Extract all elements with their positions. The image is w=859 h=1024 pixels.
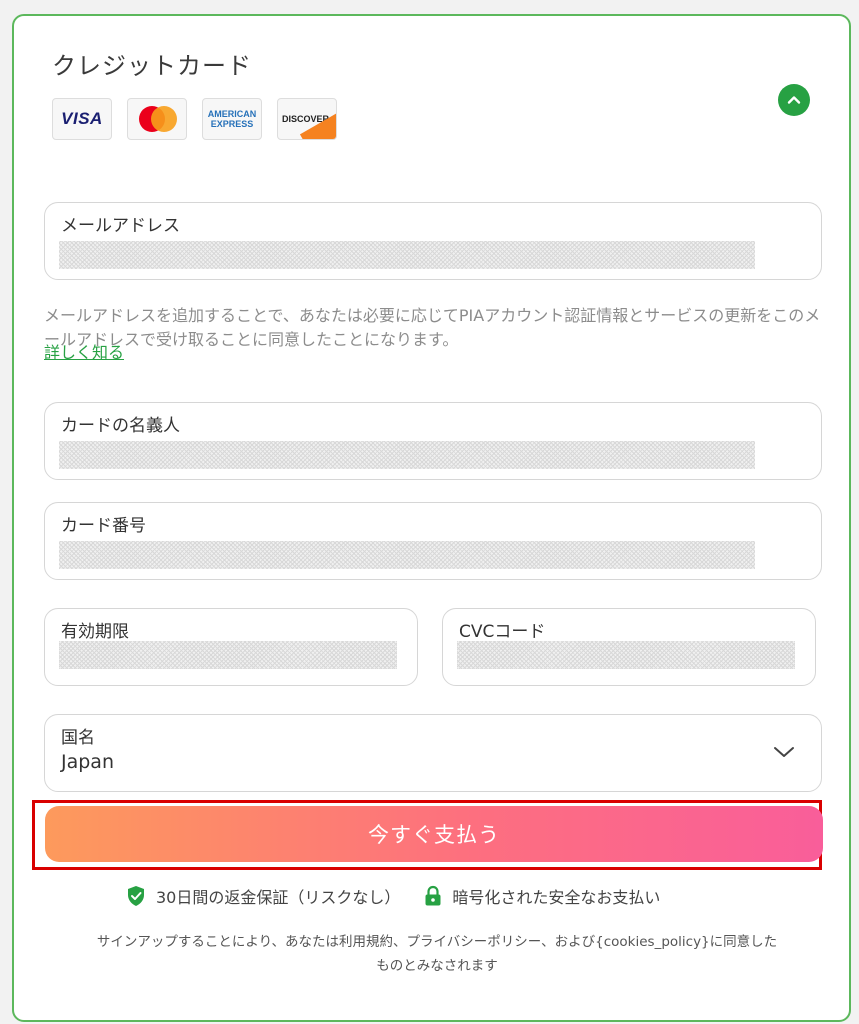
discover-logo: DISCOVER: [277, 98, 337, 140]
card-brands: VISA AMERICAN EXPRESS DISCOVER: [52, 98, 337, 140]
payment-card: クレジットカード VISA AMERICAN EXPRESS DISCOVER …: [12, 14, 851, 1022]
amex-logo: AMERICAN EXPRESS: [202, 98, 262, 140]
expiry-masked-value: [59, 641, 397, 669]
guarantee-row: 30日間の返金保証（リスクなし） 暗号化された安全なお支払い: [126, 884, 660, 908]
collapse-button[interactable]: [778, 84, 810, 116]
terms-text: サインアップすることにより、あなたは利用規約、プライバシーポリシー、および{co…: [42, 930, 832, 978]
cvc-masked-value: [457, 641, 795, 669]
secure-payment-text: 暗号化された安全なお支払い: [452, 888, 661, 907]
refund-guarantee-text: 30日間の返金保証（リスクなし）: [156, 888, 401, 907]
expiry-label: 有効期限: [61, 622, 129, 642]
email-masked-value: [59, 241, 755, 269]
section-title: クレジットカード: [52, 52, 252, 80]
country-select[interactable]: 国名 Japan: [44, 714, 822, 792]
card-number-masked-value: [59, 541, 755, 569]
country-value: Japan: [61, 751, 114, 773]
visa-logo: VISA: [52, 98, 112, 140]
cardholder-field[interactable]: カードの名義人: [44, 402, 822, 480]
cvc-field[interactable]: CVCコード: [442, 608, 816, 686]
chevron-up-icon: [787, 96, 801, 104]
pay-now-button[interactable]: 今すぐ支払う: [45, 806, 823, 862]
expiry-field[interactable]: 有効期限: [44, 608, 418, 686]
visa-logo-text: VISA: [61, 109, 103, 128]
mastercard-logo: [127, 98, 187, 140]
cardholder-masked-value: [59, 441, 755, 469]
card-number-field[interactable]: カード番号: [44, 502, 822, 580]
email-helper-text: メールアドレスを追加することで、あなたは必要に応じてPIAアカウント認証情報とサ…: [44, 306, 821, 349]
lock-icon: [424, 885, 442, 907]
terms-line-2: ものとみなされます: [376, 958, 498, 974]
cvc-label: CVCコード: [459, 622, 546, 642]
learn-more-link[interactable]: 詳しく知る: [44, 339, 124, 363]
cardholder-label: カードの名義人: [61, 416, 180, 436]
amex-logo-text: AMERICAN EXPRESS: [207, 109, 257, 129]
country-label: 国名: [61, 728, 95, 748]
email-field[interactable]: メールアドレス: [44, 202, 822, 280]
chevron-down-icon: [774, 747, 794, 757]
shield-check-icon: [126, 885, 146, 907]
email-label: メールアドレス: [61, 216, 180, 236]
terms-line-1: サインアップすることにより、あなたは利用規約、プライバシーポリシー、および{co…: [96, 934, 778, 950]
card-number-label: カード番号: [61, 516, 146, 536]
